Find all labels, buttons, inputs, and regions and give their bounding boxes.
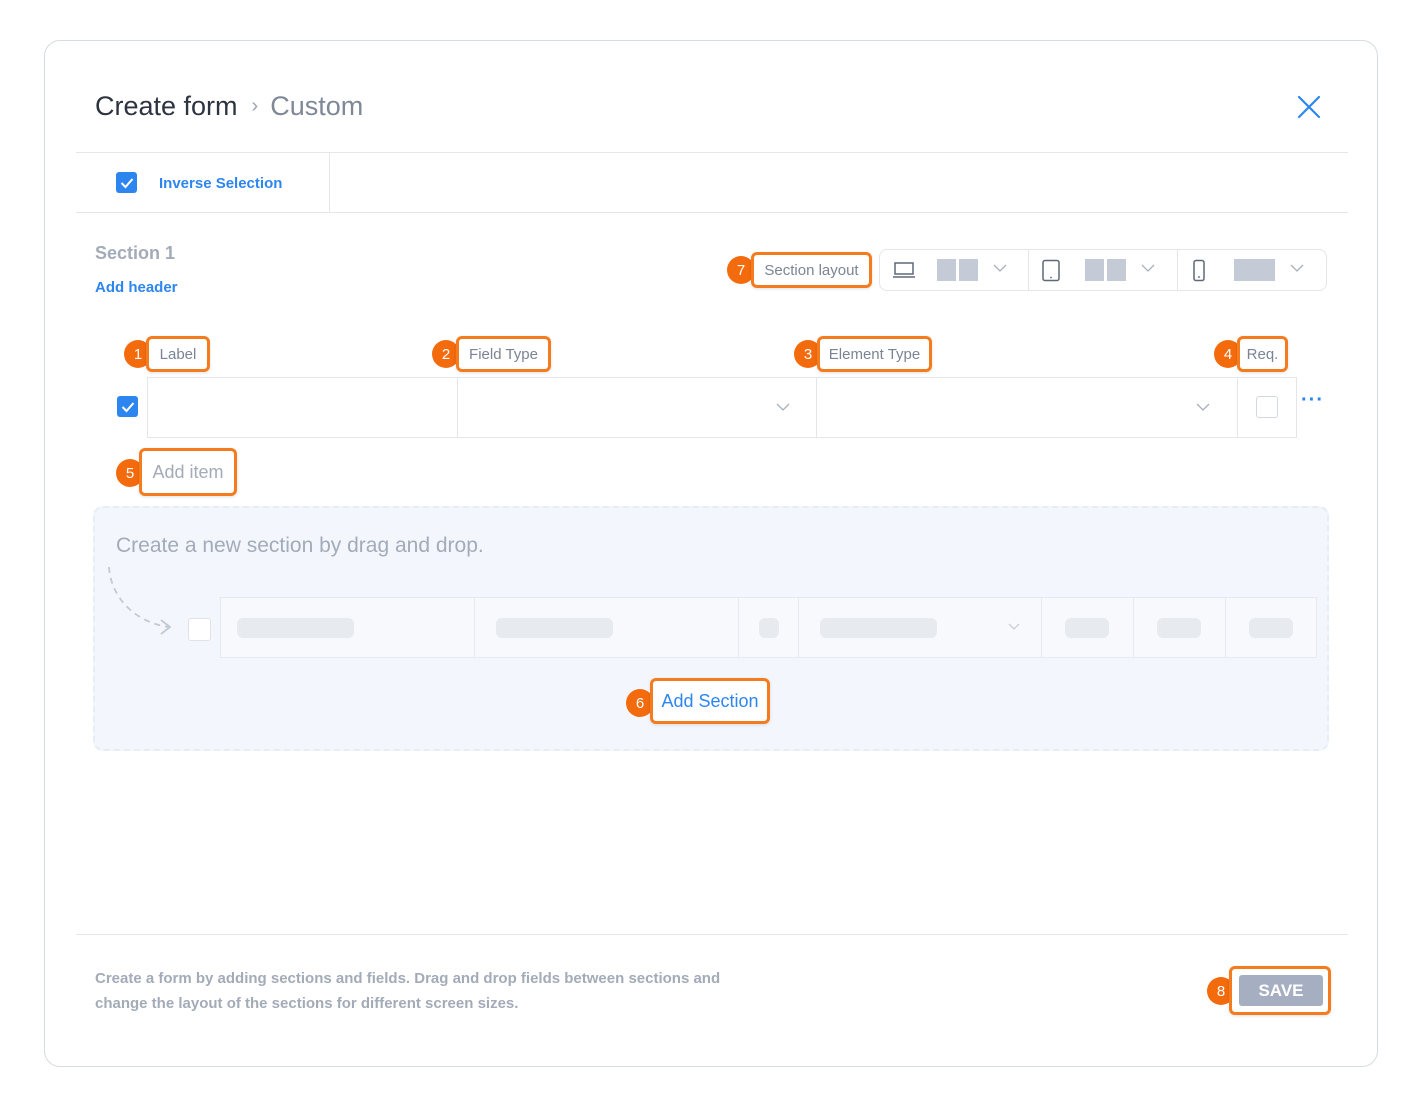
field-row	[147, 377, 1297, 438]
label-input[interactable]	[148, 378, 457, 437]
check-icon	[120, 177, 133, 188]
drop-zone-hint: Create a new section by drag and drop.	[116, 534, 484, 557]
section-layout-selector	[879, 249, 1327, 291]
column-header-label-text: Label	[159, 345, 197, 363]
phone-icon	[1193, 259, 1205, 282]
section-layout-text: Section layout	[764, 261, 859, 279]
ghost-divider	[738, 598, 739, 657]
column-header-required: Req.	[1237, 336, 1288, 372]
laptop-icon	[893, 262, 915, 278]
column-header-required-text: Req.	[1246, 345, 1279, 363]
chevron-down-icon	[1196, 403, 1210, 411]
chevron-down-icon	[1141, 260, 1155, 276]
chevron-down-icon	[993, 260, 1007, 276]
title-text: Create form	[95, 91, 238, 121]
toolbar-divider	[329, 153, 330, 212]
inverse-selection-checkbox[interactable]	[116, 172, 137, 193]
chevron-down-icon	[1008, 623, 1020, 630]
dialog-title: Create form › Custom	[95, 91, 363, 122]
ghost-row-preview	[220, 597, 1317, 658]
ghost-divider	[1041, 598, 1042, 657]
footer-help-text: Create a form by adding sections and fie…	[95, 970, 721, 1012]
ghost-bar	[820, 618, 937, 638]
layout-column-block	[1107, 259, 1126, 281]
element-type-select[interactable]	[817, 378, 1237, 437]
save-button[interactable]: SAVE	[1239, 975, 1323, 1006]
ghost-bar	[759, 618, 779, 638]
required-checkbox[interactable]	[1256, 396, 1278, 418]
laptop-layout-select[interactable]	[880, 250, 1028, 290]
column-header-field-type-text: Field Type	[469, 345, 538, 363]
layout-column-block	[1234, 259, 1275, 281]
check-icon	[121, 401, 134, 412]
add-header-link[interactable]: Add header	[95, 279, 178, 296]
ghost-bar	[496, 618, 613, 638]
chevron-down-icon	[776, 403, 790, 411]
ghost-bar	[1249, 618, 1293, 638]
breadcrumb-chevron-icon: ›	[251, 95, 259, 117]
ghost-divider	[474, 598, 475, 657]
ghost-divider	[798, 598, 799, 657]
layout-column-block	[937, 259, 956, 281]
chevron-down-icon	[1290, 260, 1304, 276]
column-header-label: Label	[146, 336, 210, 372]
ghost-divider	[1133, 598, 1134, 657]
add-item-button[interactable]: Add item	[139, 448, 237, 496]
column-header-element-type: Element Type	[817, 336, 932, 372]
add-section-button[interactable]: Add Section	[650, 678, 770, 724]
create-form-dialog: Create form › Custom Inverse Selection S…	[44, 40, 1378, 1067]
layout-column-block	[1085, 259, 1104, 281]
drag-arrow-icon	[108, 566, 172, 635]
save-label: SAVE	[1258, 980, 1304, 1000]
close-icon[interactable]	[1293, 91, 1325, 123]
ghost-checkbox	[188, 618, 211, 641]
toolbar-bottom-divider	[76, 212, 1348, 213]
tablet-icon	[1042, 259, 1060, 282]
field-type-select[interactable]	[458, 378, 816, 437]
header-divider	[76, 152, 1348, 153]
phone-layout-select[interactable]	[1178, 250, 1326, 290]
row-select-checkbox[interactable]	[117, 396, 138, 417]
tablet-layout-select[interactable]	[1029, 250, 1177, 290]
ghost-bar	[1065, 618, 1109, 638]
footer-divider	[76, 934, 1348, 935]
add-item-label: Add item	[152, 461, 224, 482]
ghost-bar	[237, 618, 354, 638]
more-options-icon[interactable]: ···	[1301, 389, 1324, 412]
column-header-element-type-text: Element Type	[828, 345, 921, 363]
ghost-bar	[1157, 618, 1201, 638]
section-layout-label: Section layout	[751, 252, 872, 288]
inverse-selection-label[interactable]: Inverse Selection	[159, 175, 282, 192]
layout-column-block	[959, 259, 978, 281]
breadcrumb-current: Custom	[270, 91, 364, 121]
ghost-divider	[1225, 598, 1226, 657]
column-header-field-type: Field Type	[456, 336, 551, 372]
add-section-label: Add Section	[661, 690, 759, 711]
section-title: Section 1	[95, 243, 176, 263]
cell-divider	[1237, 378, 1238, 437]
